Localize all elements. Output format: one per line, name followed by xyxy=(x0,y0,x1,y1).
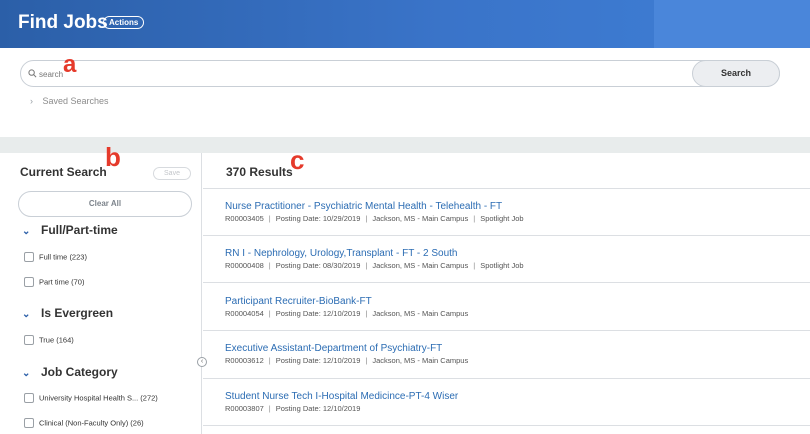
header-accent-panel xyxy=(654,0,810,48)
current-search-heading: Current Search xyxy=(20,165,107,179)
job-title-link[interactable]: Nurse Practitioner - Psychiatric Mental … xyxy=(225,201,502,212)
job-result-item: Participant Recruiter-BioBank-FT R000040… xyxy=(203,283,810,331)
checkbox[interactable] xyxy=(24,393,34,404)
search-icon xyxy=(28,69,37,78)
job-location: Jackson, MS - Main Campus xyxy=(372,309,469,318)
results-count: 370 Results xyxy=(226,165,293,179)
filter-option-true[interactable]: True (164) xyxy=(24,335,74,346)
job-result-item: Student Nurse Tech I-Hospital Medicince-… xyxy=(203,379,810,426)
posting-date: Posting Date: 12/10/2019 xyxy=(275,356,361,365)
facet-is-evergreen[interactable]: ⌄ Is Evergreen xyxy=(22,306,113,320)
job-location: Jackson, MS - Main Campus xyxy=(372,214,469,223)
checkbox[interactable] xyxy=(24,252,34,263)
chevron-right-icon: › xyxy=(30,96,33,106)
search-input[interactable] xyxy=(39,66,689,82)
filter-option-university-hospital[interactable]: University Hospital Health S... (272) xyxy=(24,393,158,404)
search-button[interactable]: Search xyxy=(692,60,780,87)
job-meta: R00003807 | Posting Date: 12/10/2019 xyxy=(225,404,361,413)
job-id: R00003807 xyxy=(225,404,264,413)
job-id: R00003612 xyxy=(225,356,264,365)
chevron-down-icon: ⌄ xyxy=(22,309,31,320)
job-title-link[interactable]: Executive Assistant-Department of Psychi… xyxy=(225,343,442,354)
posting-date: Posting Date: 12/10/2019 xyxy=(275,404,361,413)
save-search-button[interactable]: Save xyxy=(153,167,191,180)
job-location: Jackson, MS - Main Campus xyxy=(372,356,469,365)
actions-button[interactable]: Actions xyxy=(103,16,145,29)
clear-all-button[interactable]: Clear All xyxy=(18,191,192,217)
job-meta: R00003405 | Posting Date: 10/29/2019 | Jacks… xyxy=(225,214,524,223)
filter-sidebar: Current Search Save Clear All ⌄ Full/Part… xyxy=(0,153,202,434)
facet-job-category[interactable]: ⌄ Job Category xyxy=(22,365,118,379)
filter-option-clinical[interactable]: Clinical (Non-Faculty Only) (26) xyxy=(24,418,144,429)
facet-label: Job Category xyxy=(41,365,118,379)
posting-date: Posting Date: 12/10/2019 xyxy=(275,309,361,318)
facet-label: Full/Part-time xyxy=(41,223,118,237)
app-header: Find Jobs Actions xyxy=(0,0,810,48)
job-title-link[interactable]: RN I - Nephrology, Urology,Transplant - … xyxy=(225,248,458,259)
filter-option-full-time[interactable]: Full time (223) xyxy=(24,252,87,263)
chevron-down-icon: ⌄ xyxy=(22,368,31,379)
filter-option-part-time[interactable]: Part time (70) xyxy=(24,277,84,288)
annotation-label-a: a xyxy=(63,51,77,78)
job-id: R00000408 xyxy=(225,261,264,270)
posting-date: Posting Date: 08/30/2019 xyxy=(275,261,361,270)
posting-date: Posting Date: 10/29/2019 xyxy=(275,214,361,223)
checkbox[interactable] xyxy=(24,335,34,346)
page-title: Find Jobs xyxy=(18,12,108,33)
job-tag: Spotlight Job xyxy=(480,261,524,270)
checkbox[interactable] xyxy=(24,277,34,288)
job-tag: Spotlight Job xyxy=(480,214,524,223)
section-divider xyxy=(0,137,810,153)
job-result-item: Executive Assistant-Department of Psychi… xyxy=(203,331,810,379)
job-location: Jackson, MS - Main Campus xyxy=(372,261,469,270)
job-result-item: Nurse Practitioner - Psychiatric Mental … xyxy=(203,189,810,236)
annotation-label-c: c xyxy=(290,145,305,175)
job-meta: R00003612 | Posting Date: 12/10/2019 | Jacks… xyxy=(225,356,469,365)
job-meta: R00000408 | Posting Date: 08/30/2019 | Jacks… xyxy=(225,261,524,270)
saved-searches-toggle[interactable]: › Saved Searches xyxy=(30,96,109,106)
job-id: R00004054 xyxy=(225,309,264,318)
saved-searches-label: Saved Searches xyxy=(42,96,109,106)
annotation-label-b: b xyxy=(105,142,121,172)
facet-label: Is Evergreen xyxy=(41,306,114,320)
facet-full-part-time[interactable]: ⌄ Full/Part-time xyxy=(22,223,118,237)
job-title-link[interactable]: Student Nurse Tech I-Hospital Medicince-… xyxy=(225,391,458,402)
chevron-down-icon: ⌄ xyxy=(22,226,31,237)
checkbox[interactable] xyxy=(24,418,34,429)
search-bar: Search xyxy=(20,60,780,87)
job-title-link[interactable]: Participant Recruiter-BioBank-FT xyxy=(225,296,372,307)
job-id: R00003405 xyxy=(225,214,264,223)
job-result-item: RN I - Nephrology, Urology,Transplant - … xyxy=(203,236,810,283)
job-meta: R00004054 | Posting Date: 12/10/2019 | Jacks… xyxy=(225,309,469,318)
